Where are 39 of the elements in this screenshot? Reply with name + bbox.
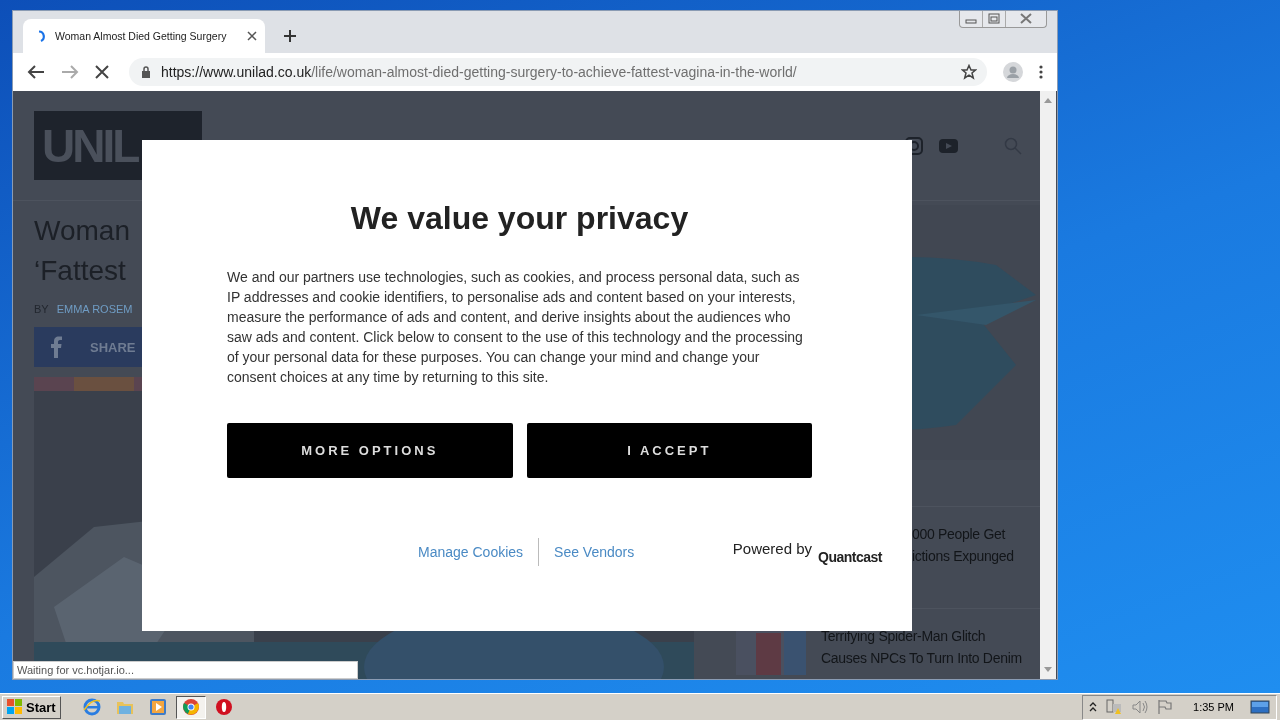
consent-button[interactable]: MORE OPTIONS bbox=[227, 423, 513, 478]
dialog-text: We and our partners use technologies, such as cookies, and process personal data, such as IP addresses and cookie identifiers, to personalise ads and content based on your interests, measure the performance of ads and content, and derive insights about the audiences who saw ads and content. Click below to consent to the use of this technology and the processing of your personal data for these purposes. You can change your mind and change your consent choices at any time by returning to this site. bbox=[227, 268, 804, 387]
clock[interactable]: 1:35 PM bbox=[1193, 701, 1234, 713]
browser-tab[interactable]: Woman Almost Died Getting Surgery bbox=[23, 19, 265, 53]
network-warning-icon[interactable] bbox=[1105, 699, 1124, 715]
scroll-up-icon[interactable] bbox=[1044, 97, 1052, 103]
taskbar-app-button[interactable] bbox=[175, 695, 206, 719]
address-bar[interactable]: https://www.unilad.co.uk/life/woman-almost-died-getting-surgery-to-achieve-fattest-vagina-in-the-world/ bbox=[129, 58, 987, 86]
consent-button[interactable]: I ACCEPT bbox=[526, 423, 812, 478]
video-play-icon[interactable] bbox=[939, 138, 958, 153]
flag-icon[interactable] bbox=[1157, 699, 1174, 715]
forward-icon[interactable] bbox=[61, 64, 79, 80]
powered-by-label: Powered by bbox=[732, 540, 813, 557]
browser-e-icon bbox=[82, 698, 101, 716]
speaker-icon[interactable] bbox=[1131, 699, 1150, 715]
menu-icon[interactable] bbox=[1039, 65, 1043, 79]
back-icon[interactable] bbox=[27, 64, 45, 80]
close-icon[interactable] bbox=[247, 31, 257, 41]
bookmark-star-icon[interactable] bbox=[961, 64, 977, 80]
new-tab-icon[interactable] bbox=[283, 29, 297, 43]
start-button[interactable]: Start bbox=[2, 695, 61, 719]
scroll-down-icon[interactable] bbox=[1044, 667, 1052, 673]
windows-logo-icon bbox=[7, 699, 23, 715]
chevron-up-icon[interactable] bbox=[1089, 702, 1098, 712]
o-logo-icon bbox=[215, 699, 232, 715]
profile-avatar-icon[interactable] bbox=[1003, 62, 1023, 82]
dialog-link[interactable]: See Vendors bbox=[554, 544, 635, 560]
facebook-icon bbox=[50, 336, 62, 358]
scrollbar[interactable] bbox=[1040, 91, 1056, 679]
lock-icon bbox=[141, 66, 151, 78]
chrome-icon bbox=[182, 699, 199, 715]
show-desktop-icon[interactable] bbox=[1250, 699, 1270, 715]
dialog-title: We value your privacy bbox=[349, 200, 690, 237]
status-bubble: Waiting for vc.hotjar.io... bbox=[13, 661, 358, 679]
brand-logo[interactable]: Quantcast bbox=[818, 549, 882, 565]
folder-icon bbox=[115, 699, 134, 715]
dialog-link[interactable]: Manage Cookies bbox=[418, 544, 524, 560]
stop-icon[interactable] bbox=[95, 65, 109, 79]
play-icon bbox=[149, 699, 166, 715]
